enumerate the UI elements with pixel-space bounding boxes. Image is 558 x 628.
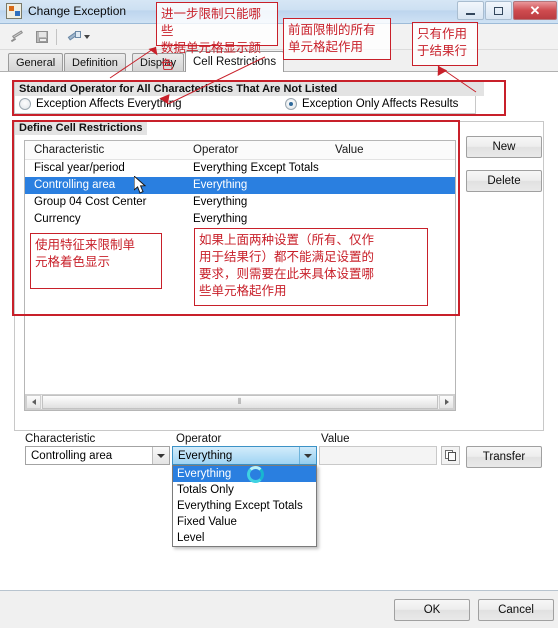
- scroll-right-arrow-icon[interactable]: [439, 395, 454, 409]
- delete-button[interactable]: Delete: [466, 170, 542, 192]
- scrollbar-thumb[interactable]: ⦀: [42, 395, 438, 409]
- cancel-button[interactable]: Cancel: [478, 599, 554, 621]
- window-title: Change Exception: [28, 4, 127, 18]
- annotation-all-previously-restricted-cells: 前面限制的所有 单元格起作用: [283, 18, 391, 60]
- edit-pencil-icon[interactable]: [8, 28, 28, 46]
- horizontal-scrollbar[interactable]: ⦀: [25, 394, 455, 410]
- dialog-footer: OK Cancel: [0, 590, 558, 628]
- maximize-icon: [486, 2, 511, 19]
- ok-button[interactable]: OK: [394, 599, 470, 621]
- cell-characteristic: Group 04 Cost Center: [34, 196, 147, 208]
- radio-exception-affects-everything[interactable]: Exception Affects Everything: [19, 98, 182, 110]
- dropdown-option-totals-only[interactable]: Totals Only: [173, 482, 316, 498]
- value-input[interactable]: [319, 446, 437, 465]
- cell-operator: Everything: [193, 196, 248, 208]
- annotation-only-result-rows: 只有作用 于结果行: [412, 22, 478, 66]
- characteristic-combobox[interactable]: Controlling area: [25, 446, 170, 465]
- cell-characteristic: Currency: [34, 213, 81, 225]
- operator-selected-value: Everything: [178, 449, 233, 462]
- table-row[interactable]: Currency Everything: [25, 211, 455, 228]
- column-header-operator: Operator: [193, 144, 239, 156]
- characteristic-chevron-down-icon[interactable]: [152, 447, 169, 464]
- toolbar-dropdown-chevron-down-icon[interactable]: [82, 28, 92, 46]
- radio-exception-only-affects-results[interactable]: Exception Only Affects Results: [285, 98, 458, 110]
- operator-chevron-down-icon[interactable]: [299, 447, 316, 464]
- change-exception-window: Change Exception ✕ General Definition Di…: [0, 0, 558, 628]
- label-characteristic: Characteristic: [25, 433, 96, 445]
- label-operator: Operator: [176, 433, 222, 445]
- radio-label-only-affects-results: Exception Only Affects Results: [302, 98, 459, 110]
- annotation-if-two-settings-insufficient: 如果上面两种设置（所有、仅作 用于结果行）都不能满足设置的 要求，则需要在此来具…: [194, 228, 428, 306]
- tab-general[interactable]: General: [8, 53, 64, 72]
- standard-operator-title: Standard Operator for All Characteristic…: [15, 82, 484, 96]
- radio-button-selected[interactable]: [285, 98, 297, 110]
- dropdown-option-everything-except-totals[interactable]: Everything Except Totals: [173, 498, 316, 514]
- title-bar-left: Change Exception: [6, 3, 126, 19]
- busy-cursor-icon: [247, 466, 264, 483]
- annotation-restrict-which-cells: 进一步限制只能哪些 数据单元格显示颜色: [156, 2, 278, 72]
- table-row[interactable]: Fiscal year/period Everything Except Tot…: [25, 160, 455, 177]
- table-row[interactable]: Group 04 Cost Center Everything: [25, 194, 455, 211]
- title-bar: Change Exception ✕: [0, 0, 558, 24]
- close-icon: ✕: [529, 2, 541, 18]
- table-row[interactable]: Controlling area Everything: [25, 177, 455, 194]
- mouse-cursor-arrow-icon: [134, 176, 147, 194]
- window-controls: ✕: [456, 1, 557, 20]
- radio-button-unselected[interactable]: [19, 98, 31, 110]
- scrollbar-grip: ⦀: [237, 397, 243, 406]
- settings-wrench-icon[interactable]: [64, 28, 84, 46]
- cell-operator: Everything: [193, 213, 248, 225]
- copy-icon[interactable]: [441, 446, 460, 465]
- label-value: Value: [321, 433, 350, 445]
- dropdown-option-fixed-value[interactable]: Fixed Value: [173, 514, 316, 530]
- save-icon[interactable]: [32, 28, 52, 46]
- annotation-use-characteristic-to-restrict: 使用特征来限制单 元格着色显示: [30, 233, 162, 289]
- cell-characteristic: Fiscal year/period: [34, 162, 125, 174]
- column-header-value: Value: [335, 144, 364, 156]
- new-button[interactable]: New: [466, 136, 542, 158]
- column-header-characteristic: Characteristic: [34, 144, 105, 156]
- radio-label-affects-everything: Exception Affects Everything: [36, 98, 182, 110]
- maximize-button[interactable]: [485, 1, 512, 20]
- minimize-button[interactable]: [457, 1, 484, 20]
- close-button[interactable]: ✕: [513, 1, 557, 20]
- operator-combobox[interactable]: Everything: [172, 446, 317, 465]
- dropdown-option-everything[interactable]: Everything: [173, 466, 316, 482]
- cell-operator: Everything Except Totals: [193, 162, 319, 174]
- operator-dropdown-list[interactable]: Everything Totals Only Everything Except…: [172, 465, 317, 547]
- minimize-icon: [458, 2, 483, 19]
- scroll-left-arrow-icon[interactable]: [26, 395, 41, 409]
- dropdown-option-level[interactable]: Level: [173, 530, 316, 546]
- toolbar-separator: [56, 29, 57, 45]
- cell-operator: Everything: [193, 179, 248, 191]
- tab-definition[interactable]: Definition: [64, 53, 126, 72]
- cell-characteristic: Controlling area: [34, 179, 116, 191]
- transfer-button[interactable]: Transfer: [466, 446, 542, 468]
- characteristic-selected-value: Controlling area: [31, 449, 113, 462]
- app-icon: [6, 3, 22, 19]
- list-header: Characteristic Operator Value: [25, 141, 455, 160]
- define-cell-restrictions-title: Define Cell Restrictions: [15, 121, 148, 135]
